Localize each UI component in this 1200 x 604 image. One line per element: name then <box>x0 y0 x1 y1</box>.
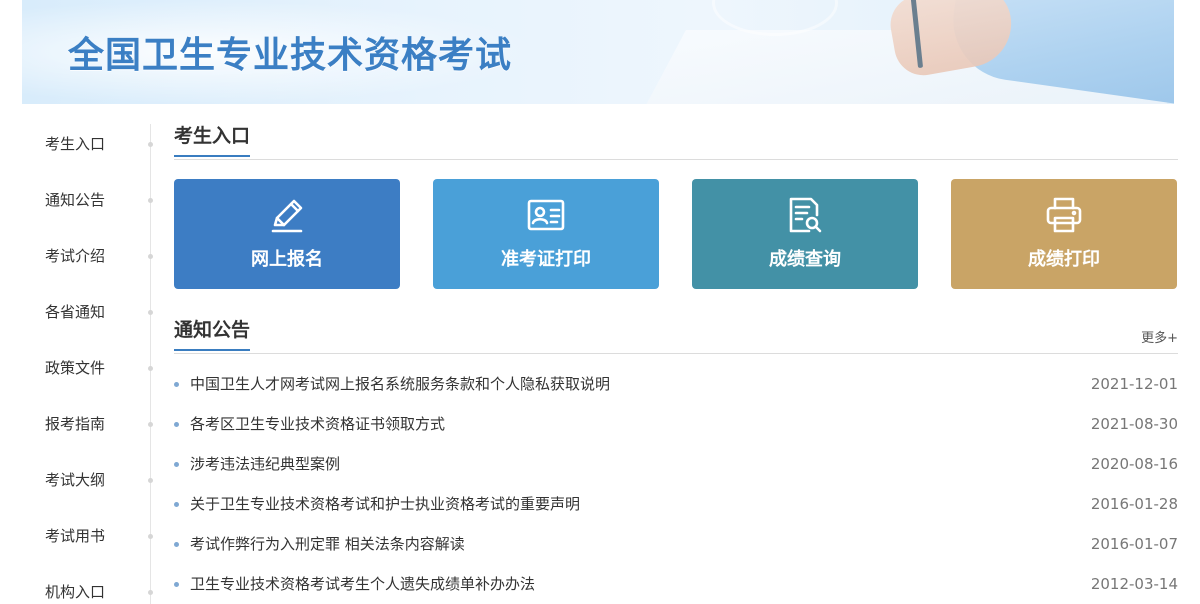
sidebar-item-exam-books[interactable]: 考试用书 <box>0 524 153 548</box>
sidebar-dot <box>148 310 153 315</box>
sidebar-item-label: 报考指南 <box>45 415 106 433</box>
tile-label: 准考证打印 <box>501 249 591 270</box>
sidebar-item-notices[interactable]: 通知公告 <box>0 188 153 212</box>
bullet-dot <box>174 462 179 467</box>
list-item[interactable]: 关于卫生专业技术资格考试和护士执业资格考试的重要声明 2016-01-28 <box>174 492 1178 516</box>
notices-section-title: 通知公告 <box>174 317 251 351</box>
header-banner: 全国卫生专业技术资格考试 <box>22 0 1174 104</box>
list-item[interactable]: 各考区卫生专业技术资格证书领取方式 2021-08-30 <box>174 412 1178 436</box>
sidebar-item-institution-entry[interactable]: 机构入口 <box>0 580 153 604</box>
sidebar-dot <box>148 198 153 203</box>
bullet-dot <box>174 422 179 427</box>
list-item[interactable]: 中国卫生人才网考试网上报名系统服务条款和个人隐私获取说明 2021-12-01 <box>174 372 1178 396</box>
notice-date: 2020-08-16 <box>1090 455 1178 473</box>
notice-title[interactable]: 关于卫生专业技术资格考试和护士执业资格考试的重要声明 <box>190 492 580 516</box>
sidebar-item-exam-intro[interactable]: 考试介绍 <box>0 244 153 268</box>
sidebar-dot <box>148 534 153 539</box>
sidebar-item-label: 通知公告 <box>45 191 106 209</box>
online-registration-button[interactable]: 网上报名 <box>174 179 400 289</box>
sidebar-dot <box>148 590 153 595</box>
notice-title[interactable]: 中国卫生人才网考试网上报名系统服务条款和个人隐私获取说明 <box>190 372 610 396</box>
sidebar-dot <box>148 422 153 427</box>
bullet-dot <box>174 502 179 507</box>
notices-section-header: 通知公告 更多+ <box>174 317 1178 354</box>
bullet-dot <box>174 542 179 547</box>
notice-date: 2021-12-01 <box>1090 375 1178 393</box>
bullet-dot <box>174 582 179 587</box>
sidebar-dot <box>148 142 153 147</box>
sidebar-item-label: 考试用书 <box>45 527 106 545</box>
site-title: 全国卫生专业技术资格考试 <box>68 35 513 76</box>
tile-label: 网上报名 <box>251 249 323 270</box>
sidebar-item-policy-docs[interactable]: 政策文件 <box>0 356 153 380</box>
notice-title[interactable]: 考试作弊行为入刑定罪 相关法条内容解读 <box>190 532 465 556</box>
id-card-icon <box>527 199 565 231</box>
list-item[interactable]: 涉考违法违纪典型案例 2020-08-16 <box>174 452 1178 476</box>
notice-date: 2021-08-30 <box>1090 415 1178 433</box>
printer-icon <box>1046 197 1082 233</box>
entry-section-header: 考生入口 <box>174 123 1178 160</box>
score-query-button[interactable]: 成绩查询 <box>692 179 918 289</box>
notice-date: 2016-01-07 <box>1090 535 1178 553</box>
sidebar-item-label: 考试大纲 <box>45 471 106 489</box>
notice-date: 2016-01-28 <box>1090 495 1178 513</box>
bullet-dot <box>174 382 179 387</box>
entry-section-title: 考生入口 <box>174 123 251 157</box>
notice-title[interactable]: 涉考违法违纪典型案例 <box>190 452 340 476</box>
notice-date: 2012-03-14 <box>1090 575 1178 593</box>
sidebar-item-label: 考生入口 <box>45 135 106 153</box>
notice-title[interactable]: 各考区卫生专业技术资格证书领取方式 <box>190 412 445 436</box>
pencil-icon <box>271 199 303 233</box>
sidebar-item-label: 考试介绍 <box>45 247 106 265</box>
sidebar-item-label: 机构入口 <box>45 583 106 601</box>
tile-label: 成绩查询 <box>769 249 841 270</box>
sidebar-item-label: 政策文件 <box>45 359 106 377</box>
sidebar-dot <box>148 478 153 483</box>
sidebar-item-syllabus[interactable]: 考试大纲 <box>0 468 153 492</box>
list-item[interactable]: 卫生专业技术资格考试考生个人遗失成绩单补办办法 2012-03-14 <box>174 572 1178 596</box>
tile-label: 成绩打印 <box>1028 249 1100 270</box>
sidebar-nav: 考生入口 通知公告 考试介绍 各省通知 政策文件 报考指南 考试大纲 考试用书 … <box>0 104 153 604</box>
sidebar-dot <box>148 366 153 371</box>
notice-title[interactable]: 卫生专业技术资格考试考生个人遗失成绩单补办办法 <box>190 572 535 596</box>
sidebar-item-province-notices[interactable]: 各省通知 <box>0 300 153 324</box>
admission-ticket-print-button[interactable]: 准考证打印 <box>433 179 659 289</box>
sidebar-item-label: 各省通知 <box>45 303 106 321</box>
document-search-icon <box>789 197 822 233</box>
score-print-button[interactable]: 成绩打印 <box>951 179 1177 289</box>
sidebar-item-candidate-entry[interactable]: 考生入口 <box>0 132 153 156</box>
sidebar-item-registration-guide[interactable]: 报考指南 <box>0 412 153 436</box>
sidebar-dot <box>148 254 153 259</box>
more-link[interactable]: 更多+ <box>1141 327 1178 346</box>
list-item[interactable]: 考试作弊行为入刑定罪 相关法条内容解读 2016-01-07 <box>174 532 1178 556</box>
